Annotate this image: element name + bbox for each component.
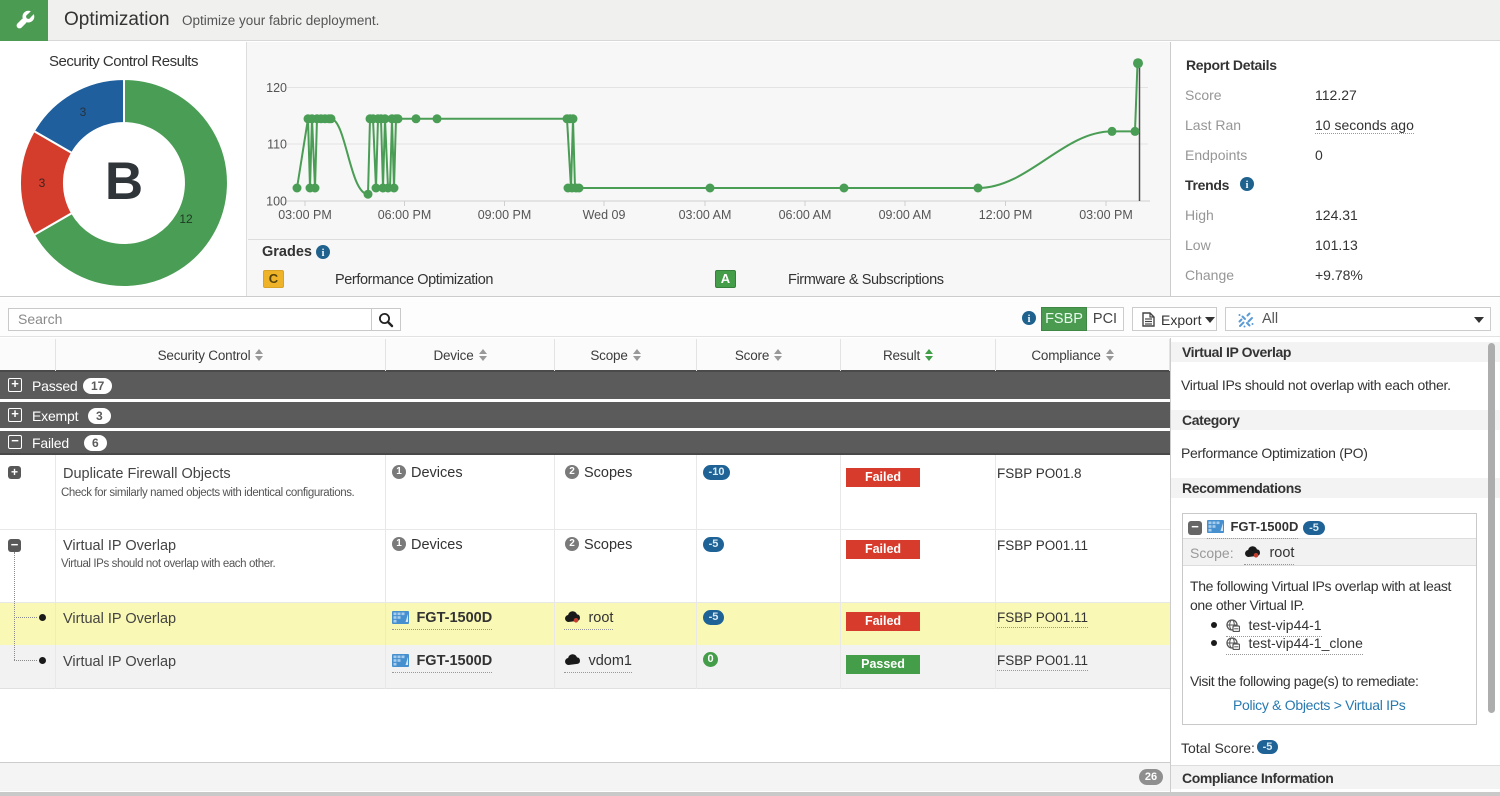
svg-text:120: 120	[266, 81, 287, 95]
svg-text:i: i	[1028, 314, 1031, 325]
svg-text:06:00 AM: 06:00 AM	[779, 208, 832, 222]
svg-text:100: 100	[266, 195, 287, 209]
svg-text:03:00 PM: 03:00 PM	[278, 208, 332, 222]
svg-text:110: 110	[267, 138, 287, 152]
svg-text:12: 12	[179, 212, 193, 226]
svg-text:09:00 PM: 09:00 PM	[478, 208, 532, 222]
svg-text:12:00 PM: 12:00 PM	[979, 208, 1033, 222]
svg-text:3: 3	[80, 105, 87, 119]
svg-text:i: i	[322, 248, 325, 259]
svg-text:i: i	[1246, 180, 1249, 191]
svg-text:03:00 AM: 03:00 AM	[679, 208, 732, 222]
svg-text:3: 3	[39, 176, 46, 190]
svg-text:03:00 PM: 03:00 PM	[1079, 208, 1133, 222]
svg-text:06:00 PM: 06:00 PM	[378, 208, 432, 222]
svg-text:09:00 AM: 09:00 AM	[879, 208, 932, 222]
svg-text:Wed 09: Wed 09	[583, 208, 626, 222]
svg-text:B: B	[105, 152, 143, 211]
